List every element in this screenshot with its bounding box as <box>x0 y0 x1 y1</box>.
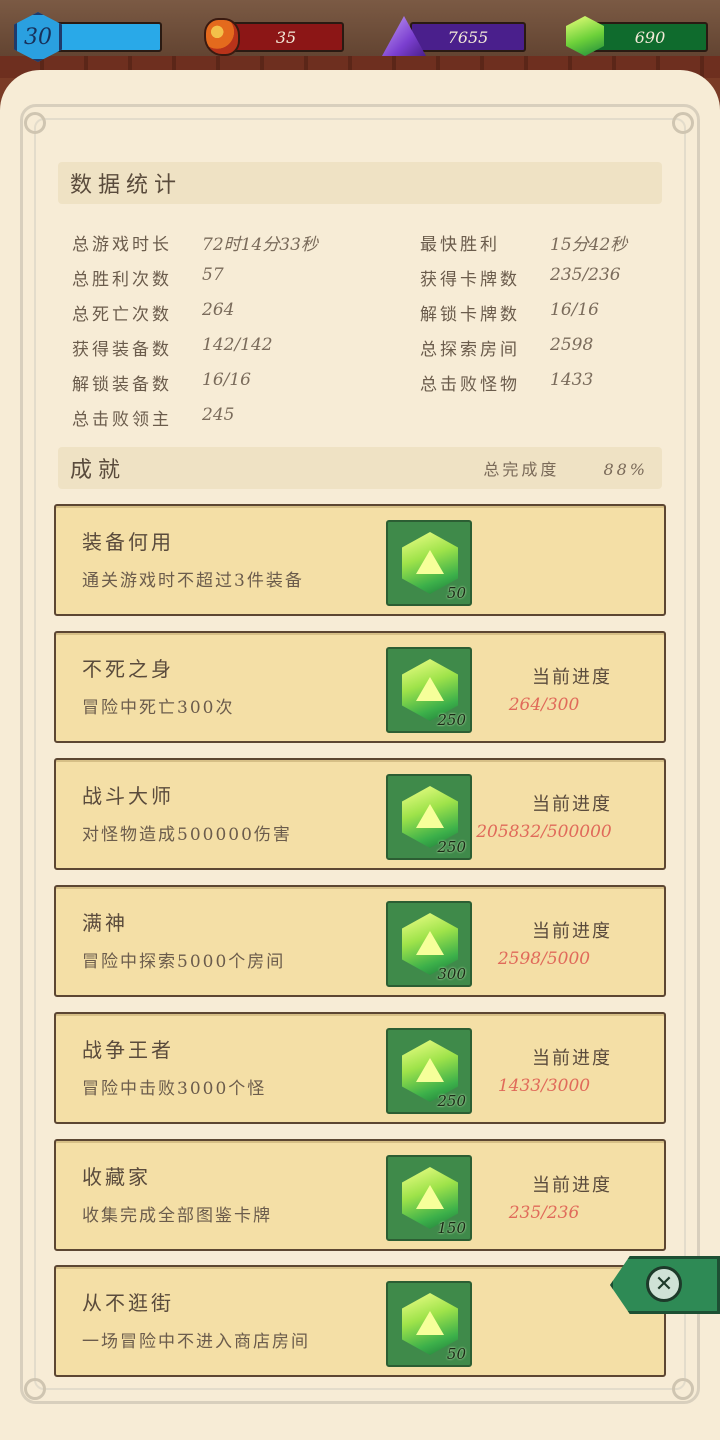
stat-value: 2598 <box>550 335 594 355</box>
progress-label: 当前进度 <box>532 1175 612 1196</box>
reward-box: 250 <box>386 647 472 733</box>
stat-value: 245 <box>202 405 235 425</box>
completion-value: 88% <box>603 460 648 479</box>
achievement-name: 战斗大师 <box>82 784 174 808</box>
stat-label: 总击败怪物 <box>420 375 520 395</box>
achievement-name: 不死之身 <box>82 657 174 681</box>
stat-value: 72时14分33秒 <box>202 235 318 255</box>
achievement-name: 从不逛街 <box>82 1291 174 1315</box>
reward-box: 50 <box>386 1281 472 1367</box>
stat-value: 16/16 <box>202 370 251 390</box>
progress-value: 264/300 <box>508 695 580 715</box>
stat-value: 16/16 <box>550 300 599 320</box>
corner-ornament <box>672 1378 694 1400</box>
achievement-card[interactable]: 满神 冒险中探索5000个房间 300 当前进度 2598/5000 <box>54 885 666 997</box>
progress-value: 205832/500000 <box>476 822 612 842</box>
achievement-desc: 冒险中击败3000个怪 <box>82 1079 267 1099</box>
achievement-name: 战争王者 <box>82 1038 174 1062</box>
stat-value: 235/236 <box>550 265 621 285</box>
achievement-card[interactable]: 战斗大师 对怪物造成500000伤害 250 当前进度 205832/50000… <box>54 758 666 870</box>
stat-value: 1433 <box>550 370 594 390</box>
corner-ornament <box>24 112 46 134</box>
completion-label: 总完成度 88% <box>483 456 648 480</box>
stat-row: 总击败怪物 1433 <box>420 370 593 395</box>
stat-value: 264 <box>202 300 235 320</box>
stats-title: 数据统计 <box>70 173 183 198</box>
stat-label: 总游戏时长 <box>72 235 172 255</box>
progress-value: 2598/5000 <box>497 949 591 969</box>
red-resource-counter: 35 <box>228 22 344 52</box>
stat-row: 获得装备数 142/142 <box>72 335 273 360</box>
corner-ornament <box>672 112 694 134</box>
reward-box: 300 <box>386 901 472 987</box>
stat-value: 15分42秒 <box>550 235 628 255</box>
reward-box: 250 <box>386 774 472 860</box>
reward-box: 250 <box>386 1028 472 1114</box>
achievements-header: 成就 总完成度 88% <box>58 447 662 489</box>
stat-value: 142/142 <box>202 335 273 355</box>
achievement-name: 收藏家 <box>82 1165 151 1189</box>
achievement-card[interactable]: 收藏家 收集完成全部图鉴卡牌 150 当前进度 235/236 <box>54 1139 666 1251</box>
purple-resource-counter: 7655 <box>410 22 526 52</box>
achievement-desc: 通关游戏时不超过3件装备 <box>82 571 304 591</box>
achievement-card[interactable]: 从不逛街 一场冒险中不进入商店房间 50 <box>54 1265 666 1377</box>
stat-row: 总游戏时长 72时14分33秒 <box>72 230 318 255</box>
progress-label: 当前进度 <box>532 794 612 815</box>
stat-label: 最快胜利 <box>420 235 500 255</box>
corner-ornament <box>24 1378 46 1400</box>
achievement-desc: 冒险中死亡300次 <box>82 698 235 718</box>
green-resource-counter: 690 <box>592 22 708 52</box>
achievement-name: 装备何用 <box>82 530 174 554</box>
stat-label: 总探索房间 <box>420 340 520 360</box>
achievement-desc: 冒险中探索5000个房间 <box>82 952 286 972</box>
achievement-desc: 收集完成全部图鉴卡牌 <box>82 1206 272 1226</box>
stat-row: 获得卡牌数 235/236 <box>420 265 621 290</box>
stat-label: 获得卡牌数 <box>420 270 520 290</box>
stat-label: 总击败领主 <box>72 410 172 430</box>
stat-row: 总探索房间 2598 <box>420 335 593 360</box>
stat-row: 总胜利次数 57 <box>72 265 224 290</box>
achievement-card[interactable]: 战争王者 冒险中击败3000个怪 250 当前进度 1433/3000 <box>54 1012 666 1124</box>
stat-label: 总胜利次数 <box>72 270 172 290</box>
close-icon[interactable]: ✕ <box>646 1266 682 1302</box>
reward-box: 150 <box>386 1155 472 1241</box>
stat-label: 获得装备数 <box>72 340 172 360</box>
orange-ore-icon <box>204 18 240 56</box>
stat-row: 总击败领主 245 <box>72 405 234 430</box>
achievement-name: 满神 <box>82 911 128 935</box>
stat-label: 解锁装备数 <box>72 375 172 395</box>
reward-box: 50 <box>386 520 472 606</box>
progress-value: 235/236 <box>508 1203 580 1223</box>
completion-label-text: 总完成度 <box>483 460 560 479</box>
achievement-card[interactable]: 装备何用 通关游戏时不超过3件装备 50 <box>54 504 666 616</box>
stat-value: 57 <box>202 265 224 285</box>
progress-label: 当前进度 <box>532 1048 612 1069</box>
stats-header: 数据统计 <box>58 162 662 204</box>
stat-row: 解锁装备数 16/16 <box>72 370 251 395</box>
stat-label: 总死亡次数 <box>72 305 172 325</box>
stat-label: 解锁卡牌数 <box>420 305 520 325</box>
stat-row: 最快胜利 15分42秒 <box>420 230 627 255</box>
achievements-title: 成就 <box>70 458 127 483</box>
progress-value: 1433/3000 <box>497 1076 591 1096</box>
achievement-card[interactable]: 不死之身 冒险中死亡300次 250 当前进度 264/300 <box>54 631 666 743</box>
reward-amount: 50 <box>446 584 466 602</box>
stat-row: 解锁卡牌数 16/16 <box>420 300 599 325</box>
achievement-desc: 一场冒险中不进入商店房间 <box>82 1332 310 1352</box>
stat-row: 总死亡次数 264 <box>72 300 234 325</box>
achievement-desc: 对怪物造成500000伤害 <box>82 825 292 845</box>
progress-label: 当前进度 <box>532 921 612 942</box>
reward-amount: 50 <box>446 1345 466 1363</box>
progress-label: 当前进度 <box>532 667 612 688</box>
